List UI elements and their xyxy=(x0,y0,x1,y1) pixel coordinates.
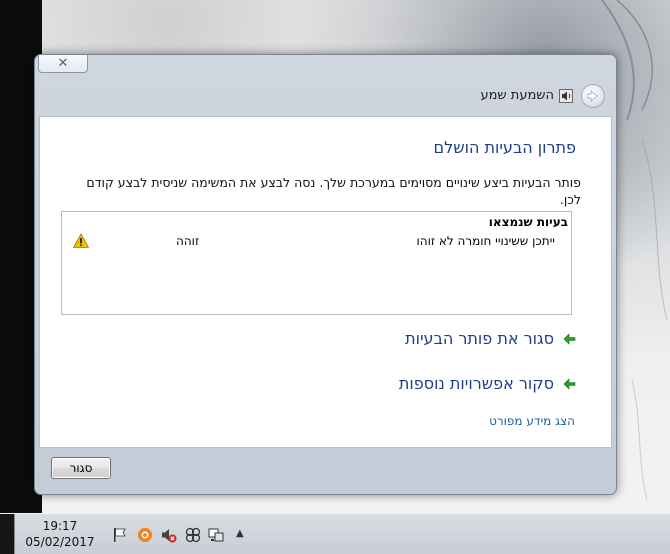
problem-row: ייתכן ששינויי חומרה לא זוהו זוהה xyxy=(62,233,571,252)
back-button[interactable] xyxy=(581,84,605,108)
explore-options-label: סקור אפשרויות נוספות xyxy=(398,374,554,393)
show-hidden-icons-button[interactable]: ▲ xyxy=(236,528,244,539)
content-pane: פתרון הבעיות הושלם פותר הבעיות ביצע שינו… xyxy=(39,116,612,448)
window-close-button[interactable]: ✕ xyxy=(38,55,88,73)
avast-icon[interactable] xyxy=(137,527,153,543)
navigation-bar: השמעת שמע xyxy=(39,79,611,113)
close-icon: ✕ xyxy=(57,56,69,71)
warning-icon xyxy=(73,233,89,248)
problems-header: בעיות שנמצאו xyxy=(488,215,568,229)
troubleshooter-dialog: ✕ השמעת שמע פתרון הבעיות הושלם פותר הבעי… xyxy=(34,54,617,495)
close-troubleshooter-label: סגור את פותר הבעיות xyxy=(405,329,554,348)
speaker-icon xyxy=(559,88,573,103)
network-icon[interactable] xyxy=(185,527,201,543)
view-details-link[interactable]: הצג מידע מפורט xyxy=(489,414,575,428)
problem-name: ייתכן ששינויי חומרה לא זוהו xyxy=(416,234,555,248)
action-center-flag-icon[interactable] xyxy=(112,527,128,543)
explore-options-link[interactable]: סקור אפשרויות נוספות xyxy=(399,374,578,393)
nav-title: השמעת שמע xyxy=(480,88,573,103)
nav-title-text: השמעת שמע xyxy=(480,88,554,103)
close-troubleshooter-link[interactable]: סגור את פותר הבעיות xyxy=(405,329,578,348)
volume-muted-icon[interactable] xyxy=(161,527,177,543)
problem-status: זוהה xyxy=(176,234,200,248)
clock-date: 05/02/2017 xyxy=(25,535,95,549)
clock-time: 19:17 xyxy=(42,519,78,533)
clock[interactable]: 19:17 05/02/2017 xyxy=(20,518,100,550)
show-desktop-button[interactable] xyxy=(0,514,15,554)
problems-found-box: בעיות שנמצאו ייתכן ששינויי חומרה לא זוהו… xyxy=(61,211,572,315)
green-arrow-icon xyxy=(563,332,576,345)
description-text: פותר הבעיות ביצע שינויים מסוימים במערכת … xyxy=(86,175,581,207)
close-button[interactable]: סגור xyxy=(51,457,111,479)
page-title: פתרון הבעיות הושלם xyxy=(433,138,576,157)
back-arrow-icon xyxy=(587,89,598,103)
taskbar: 19:17 05/02/2017 ▲ xyxy=(0,513,670,554)
device-icon[interactable] xyxy=(208,527,224,543)
green-arrow-icon xyxy=(563,377,576,390)
